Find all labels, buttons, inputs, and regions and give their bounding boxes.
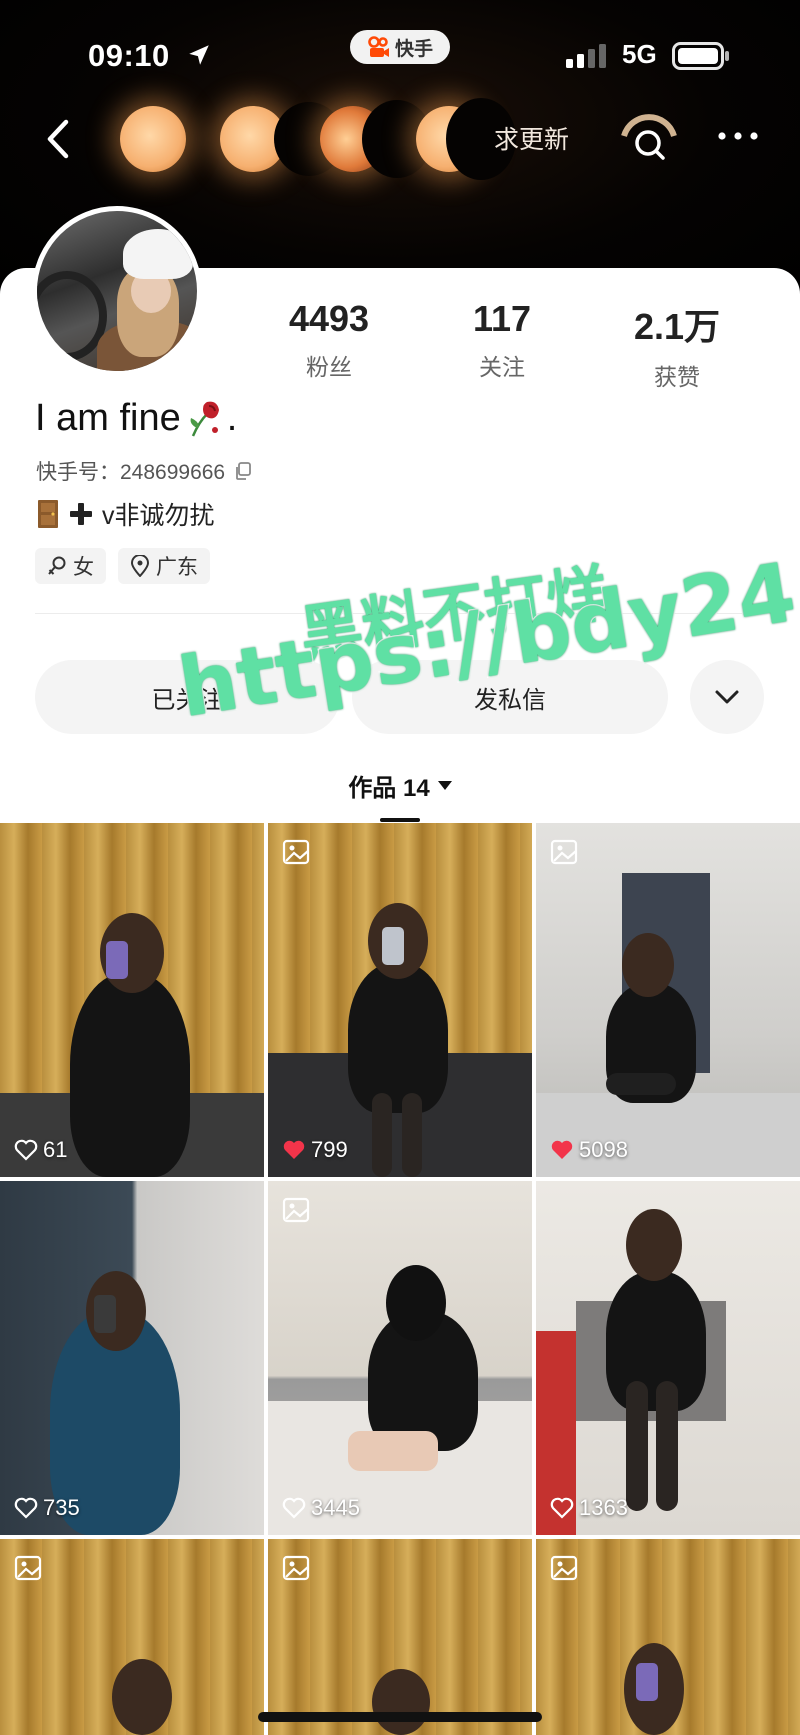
location-icon — [130, 555, 150, 577]
battery-icon — [672, 42, 729, 70]
kuaishou-logo-icon — [368, 36, 389, 57]
profile-tags: 女 广东 — [35, 548, 210, 584]
image-post-icon — [550, 839, 578, 865]
location-tag: 广东 — [118, 548, 210, 584]
stat-likes[interactable]: 2.1万 获赞 — [602, 298, 752, 392]
heart-outline-icon — [550, 1497, 574, 1519]
female-icon — [48, 556, 66, 575]
works-tab-label: 作品 14 — [348, 775, 430, 802]
work-item[interactable]: 735 — [0, 1181, 264, 1535]
image-post-icon — [550, 1555, 578, 1581]
kuaishou-app-badge[interactable]: 快手 — [350, 30, 450, 64]
location-tag-label: 广东 — [156, 556, 198, 579]
nickname-suffix: . — [226, 396, 238, 439]
heart-outline-icon — [14, 1139, 38, 1161]
heart-outline-icon — [14, 1497, 38, 1519]
work-item[interactable] — [0, 1539, 264, 1735]
stat-fans[interactable]: 4493 粉丝 — [254, 298, 404, 382]
work-item[interactable]: 1363 — [536, 1181, 800, 1535]
stat-label: 获赞 — [654, 364, 700, 390]
work-item[interactable]: 5098 — [536, 823, 800, 1177]
work-item[interactable] — [268, 1539, 532, 1735]
bio-text: v非诚勿扰 — [102, 502, 215, 530]
image-post-icon — [282, 839, 310, 865]
like-count: 5098 — [550, 1137, 628, 1163]
wilted-rose-icon — [190, 401, 219, 437]
like-count: 61 — [14, 1137, 67, 1163]
app-badge-label: 快手 — [394, 38, 433, 60]
work-item[interactable]: 799 — [268, 823, 532, 1177]
like-count: 1363 — [550, 1495, 628, 1521]
gender-tag-label: 女 — [73, 556, 94, 579]
gender-tag: 女 — [35, 548, 106, 584]
stat-value: 117 — [472, 298, 532, 339]
moon-phase-4 — [416, 98, 516, 180]
heart-filled-icon — [283, 1140, 305, 1159]
stat-label: 粉丝 — [306, 354, 352, 380]
copy-icon[interactable] — [233, 461, 253, 481]
search-icon[interactable] — [616, 106, 682, 172]
works-tab[interactable]: 作品 14 — [0, 768, 800, 803]
works-grid: 61 799 5098 735 3445 1363 — [0, 823, 800, 1735]
chevron-down-icon — [715, 690, 739, 704]
network-type: 5G — [622, 39, 657, 69]
nickname-text: I am fine — [35, 396, 181, 439]
profile-bio: v非诚勿扰 — [36, 496, 215, 532]
request-update-label[interactable]: 求更新 — [494, 120, 569, 156]
stat-following[interactable]: 117 关注 — [427, 298, 577, 382]
profile-nickname: I am fine . — [35, 396, 237, 440]
image-post-icon — [282, 1555, 310, 1581]
plus-icon — [70, 503, 92, 525]
moon-phase-2 — [220, 102, 344, 176]
cellular-signal-icon — [566, 44, 606, 68]
stat-value: 4493 — [288, 298, 370, 339]
stat-label: 关注 — [479, 354, 525, 380]
kuaishou-id-text: 快手号：248699666 — [36, 461, 226, 484]
like-count: 799 — [282, 1137, 348, 1163]
stat-value: 2.1万 — [633, 306, 721, 347]
moon-phase-1 — [120, 106, 186, 172]
work-item[interactable]: 61 — [0, 823, 264, 1177]
more-actions-button[interactable] — [690, 660, 764, 734]
image-post-icon — [282, 1197, 310, 1223]
profile-nav-bar: 求更新 — [0, 98, 800, 180]
avatar[interactable] — [32, 206, 202, 376]
back-chevron-icon[interactable] — [42, 118, 76, 160]
home-indicator — [258, 1712, 542, 1722]
like-count: 735 — [14, 1495, 80, 1521]
caret-down-icon — [437, 780, 452, 790]
image-post-icon — [14, 1555, 42, 1581]
works-tab-indicator — [380, 818, 420, 822]
work-item[interactable]: 3445 — [268, 1181, 532, 1535]
door-icon — [38, 500, 58, 528]
like-count: 3445 — [282, 1495, 360, 1521]
more-dots-icon[interactable] — [716, 126, 760, 146]
status-bar: 09:10 快手 5G — [0, 30, 800, 80]
heart-outline-icon — [282, 1497, 306, 1519]
location-arrow-icon — [189, 45, 209, 65]
kuaishou-id[interactable]: 快手号：248699666 — [36, 456, 253, 486]
moon-phase-3 — [320, 100, 432, 178]
work-item[interactable] — [536, 1539, 800, 1735]
status-time: 09:10 — [88, 38, 170, 73]
heart-filled-icon — [551, 1140, 573, 1159]
